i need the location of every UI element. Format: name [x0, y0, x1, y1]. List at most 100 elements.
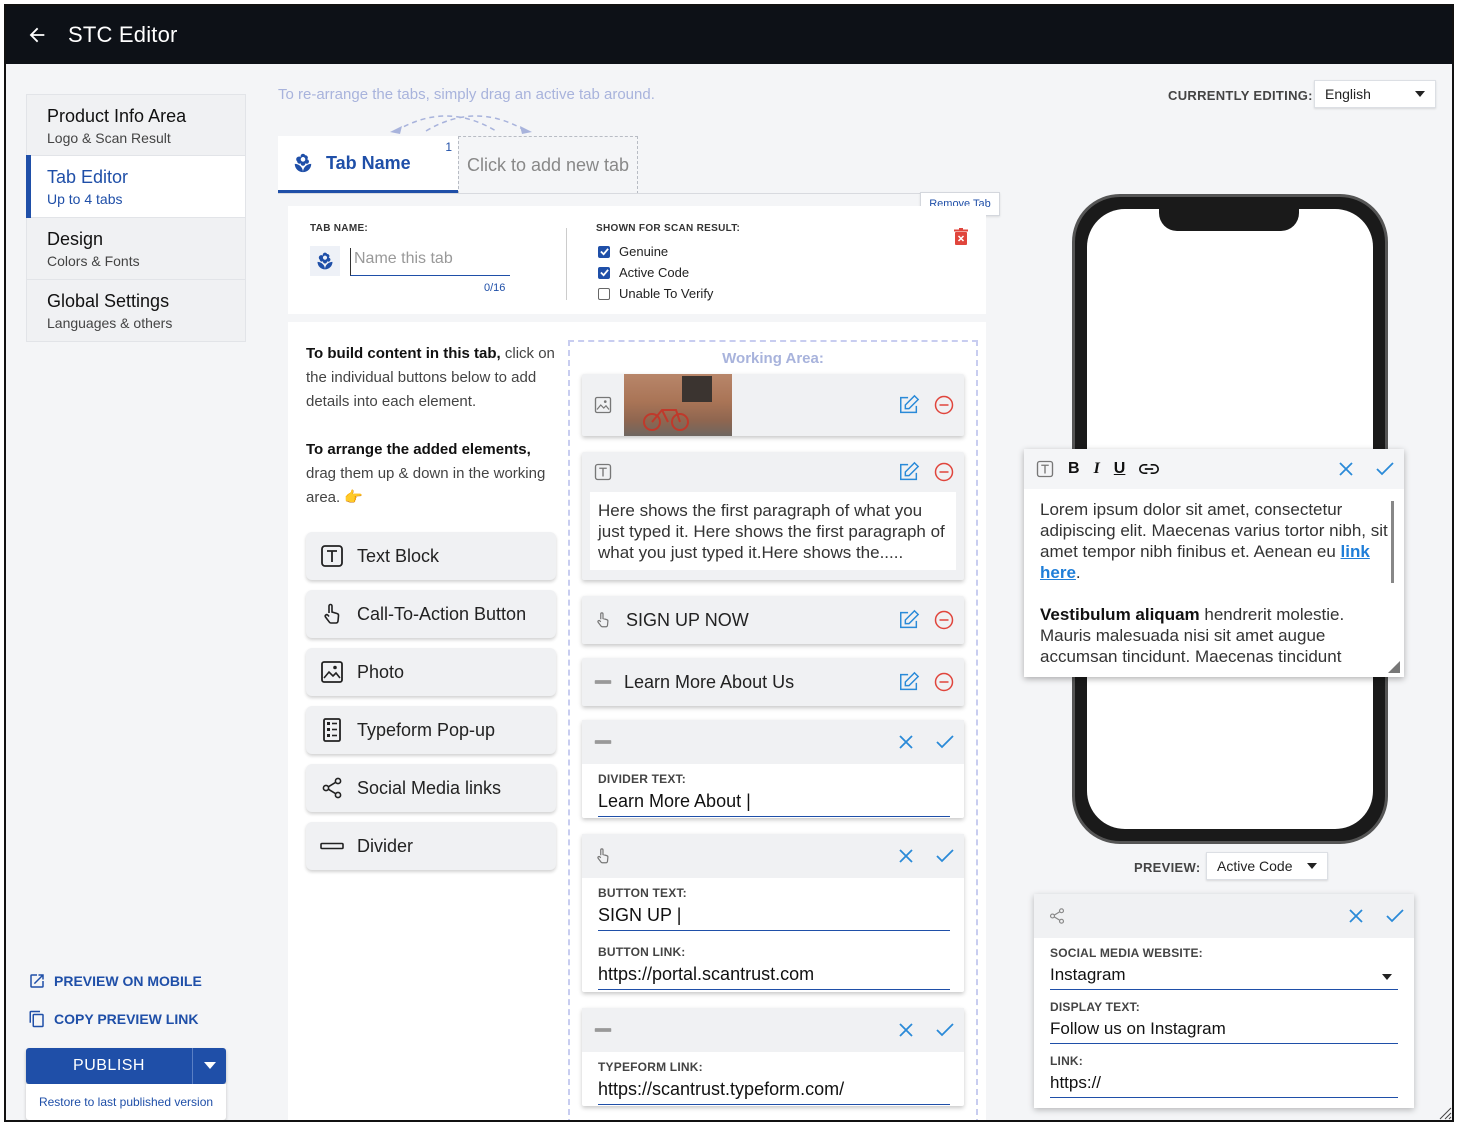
divider-icon: [594, 680, 612, 684]
rearrange-hint: To re-arrange the tabs, simply drag an a…: [278, 86, 655, 103]
sidebar-item-title: Design: [47, 229, 104, 249]
edit-icon[interactable]: [898, 609, 920, 631]
window-resize-grip-icon[interactable]: [1438, 1106, 1452, 1120]
restore-last-published-button[interactable]: Restore to last published version: [26, 1084, 226, 1120]
element-label: Social Media links: [357, 777, 502, 798]
display-text-input[interactable]: Follow us on Instagram: [1050, 1016, 1398, 1044]
cancel-icon[interactable]: [898, 848, 914, 864]
checkbox-genuine[interactable]: Genuine: [598, 244, 668, 259]
working-area[interactable]: Working Area: Here shows the first parag…: [568, 340, 978, 1120]
add-text-block-button[interactable]: Text Block: [306, 532, 556, 580]
underline-icon[interactable]: U: [1114, 460, 1126, 478]
language-value: English: [1325, 86, 1371, 102]
tab-name-input[interactable]: Name this tab: [350, 248, 510, 276]
rte-actions: [1338, 449, 1394, 489]
element-actions: [898, 834, 954, 878]
scan-result-label: SHOWN FOR SCAN RESULT:: [596, 223, 741, 234]
sidebar-item-subtitle: Up to 4 tabs: [47, 191, 123, 207]
rte-scrollbar[interactable]: [1391, 501, 1394, 583]
cancel-icon[interactable]: [898, 1022, 914, 1038]
edit-icon[interactable]: [898, 461, 920, 483]
sidebar-item-tab-editor[interactable]: Tab Editor Up to 4 tabs: [26, 155, 246, 218]
drag-arrows-icon: [390, 115, 532, 134]
checkbox-checked-icon: [598, 266, 610, 279]
resize-handle-icon[interactable]: [1388, 661, 1400, 673]
remove-icon[interactable]: [934, 672, 954, 692]
open-external-icon: [30, 974, 44, 988]
publish-dropdown-toggle[interactable]: [192, 1048, 226, 1084]
add-divider-button[interactable]: Divider: [306, 822, 556, 870]
currently-editing-label: CURRENTLY EDITING:: [1168, 88, 1313, 103]
publish-button[interactable]: PUBLISH: [26, 1048, 192, 1084]
preview-select[interactable]: Active Code: [1206, 852, 1328, 880]
preview-on-mobile-label: PREVIEW ON MOBILE: [54, 973, 202, 989]
add-typeform-button[interactable]: Typeform Pop-up: [306, 706, 556, 754]
sidebar-item-subtitle: Languages & others: [47, 315, 173, 331]
remove-icon[interactable]: [934, 462, 954, 482]
element-label: Call-To-Action Button: [357, 603, 527, 624]
button-edit-card: BUTTON TEXT: SIGN UP | BUTTON LINK: http…: [582, 834, 964, 992]
tab-index: 1: [445, 140, 452, 154]
text-icon: [1036, 460, 1054, 478]
copy-preview-link[interactable]: COPY PREVIEW LINK: [28, 1010, 198, 1028]
italic-icon[interactable]: I: [1094, 460, 1100, 478]
sidebar-item-global-settings[interactable]: Global Settings Languages & others: [26, 280, 246, 342]
tab-name-label: TAB NAME:: [310, 223, 369, 234]
sidebar-nav: Product Info Area Logo & Scan Result Tab…: [26, 94, 246, 342]
cta-element[interactable]: SIGN UP NOW: [582, 596, 964, 644]
sidebar-item-product-info[interactable]: Product Info Area Logo & Scan Result: [26, 94, 246, 156]
language-select[interactable]: English: [1314, 80, 1436, 108]
copy-icon: [29, 1010, 44, 1028]
publish-button-group: PUBLISH: [26, 1048, 226, 1084]
sidebar-item-design[interactable]: Design Colors & Fonts: [26, 218, 246, 280]
edit-icon[interactable]: [898, 394, 920, 416]
add-photo-button[interactable]: Photo: [306, 648, 556, 696]
cancel-icon[interactable]: [898, 734, 914, 750]
divider-element[interactable]: Learn More About Us: [582, 658, 964, 706]
confirm-icon[interactable]: [1386, 908, 1404, 924]
delete-tab-icon[interactable]: [954, 228, 968, 251]
link-icon[interactable]: [1139, 462, 1160, 476]
tab-active[interactable]: Tab Name 1: [278, 136, 458, 194]
checkbox-active-code[interactable]: Active Code: [598, 265, 689, 280]
social-site-select[interactable]: Instagram: [1050, 962, 1398, 990]
element-label: Photo: [357, 661, 405, 682]
text-block-element[interactable]: Here shows the first paragraph of what y…: [582, 452, 964, 580]
confirm-icon[interactable]: [936, 1022, 954, 1038]
typeform-link-input[interactable]: https://scantrust.typeform.com/: [598, 1076, 950, 1105]
add-new-tab-button[interactable]: Click to add new tab: [458, 136, 638, 194]
display-text-label: DISPLAY TEXT:: [1050, 1000, 1140, 1014]
preview-on-mobile-link[interactable]: PREVIEW ON MOBILE: [28, 972, 202, 990]
cancel-icon[interactable]: [1338, 461, 1354, 477]
rte-paragraph-2-bold: Vestibulum aliquam: [1040, 605, 1200, 624]
social-media-edit-card: SOCIAL MEDIA WEBSITE: Instagram DISPLAY …: [1034, 894, 1414, 1108]
cta-label: SIGN UP NOW: [626, 609, 749, 630]
confirm-icon[interactable]: [936, 848, 954, 864]
remove-icon[interactable]: [934, 610, 954, 630]
instruction-2-text: drag them up & down in the working area.…: [306, 465, 546, 506]
add-social-links-button[interactable]: Social Media links: [306, 764, 556, 812]
preview-value: Active Code: [1217, 858, 1293, 874]
typeform-link-label: TYPEFORM LINK:: [598, 1060, 703, 1074]
photo-icon: [321, 661, 343, 683]
back-arrow-icon[interactable]: [26, 22, 52, 48]
rte-content[interactable]: Lorem ipsum dolor sit amet, consectetur …: [1024, 489, 1404, 667]
tab-icon-picker[interactable]: [310, 246, 340, 276]
divider-text-input[interactable]: Learn More About |: [598, 788, 950, 817]
checkbox-unable-to-verify[interactable]: Unable To Verify: [598, 286, 713, 301]
sidebar-item-title: Product Info Area: [47, 106, 187, 126]
confirm-icon[interactable]: [936, 734, 954, 750]
remove-icon[interactable]: [934, 395, 954, 415]
instruction-2-bold: To arrange the added elements,: [306, 441, 531, 458]
add-cta-button[interactable]: Call-To-Action Button: [306, 590, 556, 638]
button-text-input[interactable]: SIGN UP |: [598, 902, 950, 931]
social-site-label: SOCIAL MEDIA WEBSITE:: [1050, 946, 1203, 960]
element-label: Typeform Pop-up: [357, 719, 496, 740]
button-link-input[interactable]: https://portal.scantrust.com: [598, 961, 950, 990]
bold-icon[interactable]: B: [1068, 460, 1080, 478]
link-input[interactable]: https://: [1050, 1070, 1398, 1098]
photo-element[interactable]: [582, 374, 964, 436]
cancel-icon[interactable]: [1348, 908, 1364, 924]
edit-icon[interactable]: [898, 671, 920, 693]
confirm-icon[interactable]: [1376, 461, 1394, 477]
